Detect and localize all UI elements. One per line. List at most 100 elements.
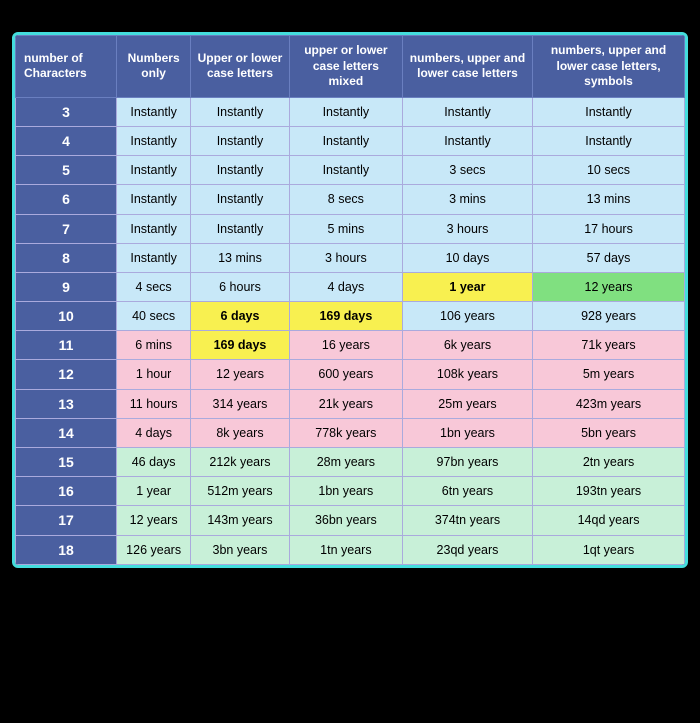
cell-r11-c4: 1bn years [402,418,532,447]
col-header-4: numbers, upper and lower case letters [402,36,532,98]
cell-r2-c3: Instantly [289,156,402,185]
cell-r11-c5: 5bn years [533,418,685,447]
cell-r14-c1: 12 years [117,506,191,535]
cell-r3-c0: 6 [16,185,117,214]
cell-r13-c1: 1 year [117,477,191,506]
cell-r6-c5: 12 years [533,272,685,301]
cell-r4-c4: 3 hours [402,214,532,243]
table-wrapper: number of CharactersNumbers onlyUpper or… [12,32,688,568]
cell-r5-c1: Instantly [117,243,191,272]
table-row: 1311 hours314 years21k years25m years423… [16,389,685,418]
cell-r11-c0: 14 [16,418,117,447]
cell-r0-c4: Instantly [402,97,532,126]
cell-r8-c5: 71k years [533,331,685,360]
cell-r6-c4: 1 year [402,272,532,301]
cell-r11-c3: 778k years [289,418,402,447]
table-row: 3InstantlyInstantlyInstantlyInstantlyIns… [16,97,685,126]
table-row: 144 days8k years778k years1bn years5bn y… [16,418,685,447]
cell-r15-c1: 126 years [117,535,191,564]
cell-r12-c5: 2tn years [533,448,685,477]
cell-r9-c4: 108k years [402,360,532,389]
cell-r10-c4: 25m years [402,389,532,418]
table-row: 8Instantly13 mins3 hours10 days57 days [16,243,685,272]
table-row: 1546 days212k years28m years97bn years2t… [16,448,685,477]
col-header-0: number of Characters [16,36,117,98]
cell-r13-c3: 1bn years [289,477,402,506]
cell-r8-c4: 6k years [402,331,532,360]
password-table: number of CharactersNumbers onlyUpper or… [15,35,685,565]
cell-r5-c2: 13 mins [191,243,290,272]
cell-r0-c1: Instantly [117,97,191,126]
cell-r4-c1: Instantly [117,214,191,243]
table-row: 94 secs6 hours4 days1 year12 years [16,272,685,301]
cell-r3-c4: 3 mins [402,185,532,214]
table-row: 161 year512m years1bn years6tn years193t… [16,477,685,506]
cell-r13-c4: 6tn years [402,477,532,506]
cell-r15-c0: 18 [16,535,117,564]
table-row: 5InstantlyInstantlyInstantly3 secs10 sec… [16,156,685,185]
col-header-5: numbers, upper and lower case letters, s… [533,36,685,98]
cell-r4-c2: Instantly [191,214,290,243]
cell-r1-c2: Instantly [191,126,290,155]
cell-r4-c3: 5 mins [289,214,402,243]
cell-r7-c0: 10 [16,302,117,331]
cell-r7-c2: 6 days [191,302,290,331]
table-row: 6InstantlyInstantly8 secs3 mins13 mins [16,185,685,214]
cell-r6-c3: 4 days [289,272,402,301]
cell-r7-c5: 928 years [533,302,685,331]
cell-r5-c0: 8 [16,243,117,272]
cell-r10-c5: 423m years [533,389,685,418]
cell-r0-c5: Instantly [533,97,685,126]
cell-r8-c3: 16 years [289,331,402,360]
cell-r12-c0: 15 [16,448,117,477]
cell-r13-c0: 16 [16,477,117,506]
table-row: 116 mins169 days16 years6k years71k year… [16,331,685,360]
cell-r1-c0: 4 [16,126,117,155]
cell-r0-c2: Instantly [191,97,290,126]
cell-r0-c3: Instantly [289,97,402,126]
cell-r9-c0: 12 [16,360,117,389]
cell-r1-c4: Instantly [402,126,532,155]
cell-r13-c5: 193tn years [533,477,685,506]
cell-r5-c5: 57 days [533,243,685,272]
cell-r2-c4: 3 secs [402,156,532,185]
table-row: 121 hour12 years600 years108k years5m ye… [16,360,685,389]
cell-r10-c2: 314 years [191,389,290,418]
cell-r14-c0: 17 [16,506,117,535]
cell-r4-c0: 7 [16,214,117,243]
cell-r10-c0: 13 [16,389,117,418]
cell-r4-c5: 17 hours [533,214,685,243]
col-header-3: upper or lower case letters mixed [289,36,402,98]
cell-r7-c3: 169 days [289,302,402,331]
cell-r11-c2: 8k years [191,418,290,447]
cell-r5-c4: 10 days [402,243,532,272]
cell-r9-c2: 12 years [191,360,290,389]
cell-r7-c1: 40 secs [117,302,191,331]
cell-r14-c3: 36bn years [289,506,402,535]
cell-r15-c5: 1qt years [533,535,685,564]
cell-r11-c1: 4 days [117,418,191,447]
cell-r13-c2: 512m years [191,477,290,506]
cell-r2-c2: Instantly [191,156,290,185]
cell-r14-c5: 14qd years [533,506,685,535]
cell-r1-c3: Instantly [289,126,402,155]
cell-r3-c1: Instantly [117,185,191,214]
cell-r12-c2: 212k years [191,448,290,477]
cell-r9-c1: 1 hour [117,360,191,389]
cell-r8-c2: 169 days [191,331,290,360]
cell-r15-c2: 3bn years [191,535,290,564]
cell-r6-c1: 4 secs [117,272,191,301]
cell-r3-c3: 8 secs [289,185,402,214]
cell-r15-c4: 23qd years [402,535,532,564]
cell-r5-c3: 3 hours [289,243,402,272]
cell-r1-c5: Instantly [533,126,685,155]
cell-r3-c5: 13 mins [533,185,685,214]
table-row: 4InstantlyInstantlyInstantlyInstantlyIns… [16,126,685,155]
cell-r6-c0: 9 [16,272,117,301]
cell-r12-c4: 97bn years [402,448,532,477]
cell-r10-c1: 11 hours [117,389,191,418]
table-row: 1712 years143m years36bn years374tn year… [16,506,685,535]
cell-r14-c4: 374tn years [402,506,532,535]
table-row: 1040 secs6 days169 days106 years928 year… [16,302,685,331]
table-row: 18126 years3bn years1tn years23qd years1… [16,535,685,564]
